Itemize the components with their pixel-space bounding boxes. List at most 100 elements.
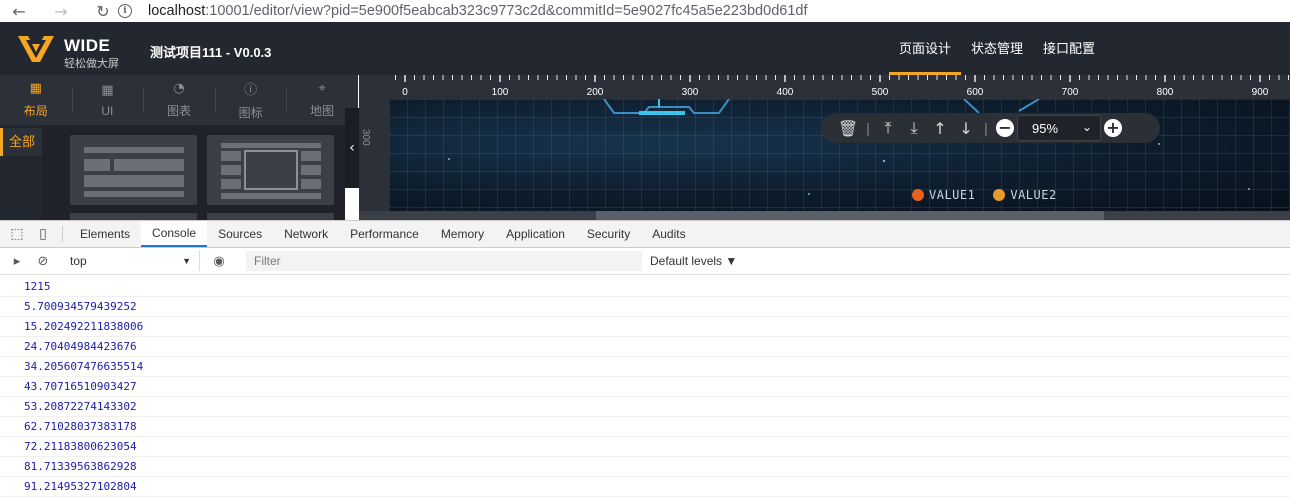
clear-console-icon[interactable]: ⊘ bbox=[30, 254, 56, 269]
zoom-out-button[interactable]: − bbox=[996, 119, 1014, 137]
bring-to-top-icon[interactable]: ⤒ bbox=[875, 118, 901, 138]
device-toolbar-icon[interactable]: ▯ bbox=[30, 221, 56, 247]
dropdown-arrow-icon: ▼ bbox=[182, 256, 191, 266]
back-icon[interactable]: ← bbox=[8, 0, 30, 22]
toolbar-separator: | bbox=[866, 120, 870, 136]
top-nav: 页面设计 状态管理 接口配置 bbox=[888, 22, 1105, 75]
ruler-label: 800 bbox=[1157, 87, 1174, 98]
console-log-line[interactable]: 72.21183800623054 bbox=[0, 437, 1290, 457]
canvas-horizontal-scrollbar[interactable] bbox=[359, 211, 1290, 220]
context-value: top bbox=[70, 254, 87, 268]
console-log-line[interactable]: 53.20872274143302 bbox=[0, 397, 1290, 417]
console-log-line[interactable]: 62.71028037383178 bbox=[0, 417, 1290, 437]
url-host: localhost bbox=[148, 3, 206, 19]
devtools-tab-audits[interactable]: Audits bbox=[641, 221, 696, 247]
nav-state-management[interactable]: 状态管理 bbox=[961, 22, 1033, 75]
devtools-separator bbox=[62, 226, 63, 242]
site-info-icon[interactable]: i bbox=[118, 4, 132, 18]
scrollbar-thumb[interactable] bbox=[596, 211, 1104, 220]
console-toolbar: ▸ ⊘ top ▼ ◉ Filter Default levels ▼ bbox=[0, 248, 1290, 275]
nav-page-design[interactable]: 页面设计 bbox=[888, 22, 961, 75]
ruler-label: 400 bbox=[777, 87, 794, 98]
console-log-line[interactable]: 24.70404984423676 bbox=[0, 337, 1290, 357]
canvas-toolbar: 🗑 | ⤒ ⤓ ↑ ↓ | − 95% ⌄ + bbox=[821, 113, 1160, 143]
forward-icon[interactable]: → bbox=[50, 0, 72, 22]
layout-thumbnail-1[interactable] bbox=[70, 135, 197, 205]
ruler-label: 700 bbox=[1062, 87, 1079, 98]
ruler-label: 100 bbox=[492, 87, 509, 98]
nav-api-config[interactable]: 接口配置 bbox=[1033, 22, 1105, 75]
wide-logo-icon bbox=[18, 36, 54, 62]
layout-thumbnail-2[interactable] bbox=[207, 135, 334, 205]
legend-dot-value1 bbox=[912, 189, 924, 201]
devtools-tab-elements[interactable]: Elements bbox=[69, 221, 141, 247]
ui-grid-icon: ▦ bbox=[101, 82, 114, 98]
live-expression-eye-icon[interactable]: ◉ bbox=[206, 254, 232, 269]
url-path: :10001/editor/view?pid=5e900f5eabcab323c… bbox=[205, 3, 808, 19]
send-to-bottom-icon[interactable]: ⤓ bbox=[901, 118, 927, 138]
trash-icon[interactable]: 🗑 bbox=[835, 119, 861, 138]
layout-preview-2 bbox=[221, 143, 321, 199]
tab-ui[interactable]: ▦ UI bbox=[71, 75, 144, 125]
ruler-label: 0 bbox=[402, 87, 408, 98]
component-panel: 全部 bbox=[0, 125, 345, 223]
collapse-panel-button[interactable]: ‹ bbox=[345, 108, 359, 188]
console-filter-input[interactable]: Filter bbox=[246, 251, 642, 271]
chevron-down-icon: ⌄ bbox=[1081, 120, 1092, 134]
tab-icon-label: 图标 bbox=[238, 106, 263, 120]
console-log-line[interactable]: 5.700934579439252 bbox=[0, 297, 1290, 317]
devtools-tab-sources[interactable]: Sources bbox=[207, 221, 273, 247]
log-levels-select[interactable]: Default levels ▼ bbox=[650, 254, 737, 268]
layout-preview-1 bbox=[84, 147, 184, 197]
tab-icon[interactable]: ⓘ 图标 bbox=[214, 75, 287, 125]
browser-toolbar: ← → ↻ i localhost:10001/editor/view?pid=… bbox=[0, 0, 1290, 22]
project-title: 测试项目111 - V0.0.3 bbox=[150, 45, 272, 60]
url-text[interactable]: localhost:10001/editor/view?pid=5e900f5e… bbox=[148, 3, 807, 19]
tab-layout[interactable]: ▦ 布局 bbox=[0, 75, 72, 125]
reload-icon[interactable]: ↻ bbox=[92, 0, 114, 22]
ruler-label: 200 bbox=[587, 87, 604, 98]
category-list: 全部 bbox=[0, 125, 42, 220]
sidebar-toggle-icon[interactable]: ▸ bbox=[4, 254, 30, 269]
map-pin-icon: ⌖ bbox=[318, 81, 326, 96]
toolbar-separator: | bbox=[984, 120, 988, 136]
console-log-line[interactable]: 1215 bbox=[0, 277, 1290, 297]
tab-ui-label: UI bbox=[101, 103, 114, 118]
brand-tagline: 轻松做大屏 bbox=[64, 58, 119, 70]
zoom-value: 95% bbox=[1032, 120, 1059, 136]
ruler-ticks: 0 100 200 300 400 500 600 700 800 900 bbox=[395, 75, 1289, 98]
legend-label-value1: VALUE1 bbox=[929, 188, 976, 202]
inspect-element-icon[interactable]: ⬚ bbox=[4, 221, 30, 247]
move-up-icon[interactable]: ↑ bbox=[927, 119, 953, 138]
console-log-line[interactable]: 81.71339563862928 bbox=[0, 457, 1290, 477]
devtools-tab-network[interactable]: Network bbox=[273, 221, 339, 247]
filter-placeholder: Filter bbox=[254, 254, 281, 268]
legend-dot-value2 bbox=[993, 189, 1006, 201]
ruler-label: 900 bbox=[1252, 87, 1269, 98]
console-log-line[interactable]: 15.202492211838006 bbox=[0, 317, 1290, 337]
tab-chart[interactable]: ◔ 图表 bbox=[143, 75, 215, 125]
category-all[interactable]: 全部 bbox=[0, 128, 42, 156]
brand-name: WIDE bbox=[64, 36, 111, 55]
move-down-icon[interactable]: ↓ bbox=[953, 119, 979, 138]
horizontal-ruler: 0 100 200 300 400 500 600 700 800 900 bbox=[389, 75, 1290, 99]
zoom-select[interactable]: 95% ⌄ bbox=[1017, 115, 1101, 141]
legend-label-value2: VALUE2 bbox=[1010, 188, 1057, 202]
devtools-tab-console[interactable]: Console bbox=[141, 221, 208, 247]
component-tabs: ▦ 布局 ▦ UI ◔ 图表 ⓘ 图标 ⌖ 地图 bbox=[0, 75, 358, 125]
tab-map-label: 地图 bbox=[310, 104, 335, 118]
devtools-tab-application[interactable]: Application bbox=[495, 221, 576, 247]
context-select[interactable]: top ▼ bbox=[60, 251, 200, 271]
address-bar[interactable]: i localhost:10001/editor/view?pid=5e900f… bbox=[118, 0, 807, 22]
info-icon: ⓘ bbox=[244, 83, 258, 98]
devtools-tabbar: ⬚ ▯ Elements Console Sources Network Per… bbox=[0, 220, 1290, 248]
devtools-tab-security[interactable]: Security bbox=[576, 221, 641, 247]
devtools-tab-memory[interactable]: Memory bbox=[430, 221, 495, 247]
chart-legend: VALUE1 VALUE2 bbox=[912, 188, 1075, 202]
zoom-in-button[interactable]: + bbox=[1104, 119, 1122, 137]
devtools-tab-performance[interactable]: Performance bbox=[339, 221, 430, 247]
console-log-line[interactable]: 34.205607476635514 bbox=[0, 357, 1290, 377]
tab-chart-label: 图表 bbox=[166, 104, 191, 118]
console-log-line[interactable]: 91.21495327102804 bbox=[0, 477, 1290, 497]
console-log-line[interactable]: 43.70716510903427 bbox=[0, 377, 1290, 397]
